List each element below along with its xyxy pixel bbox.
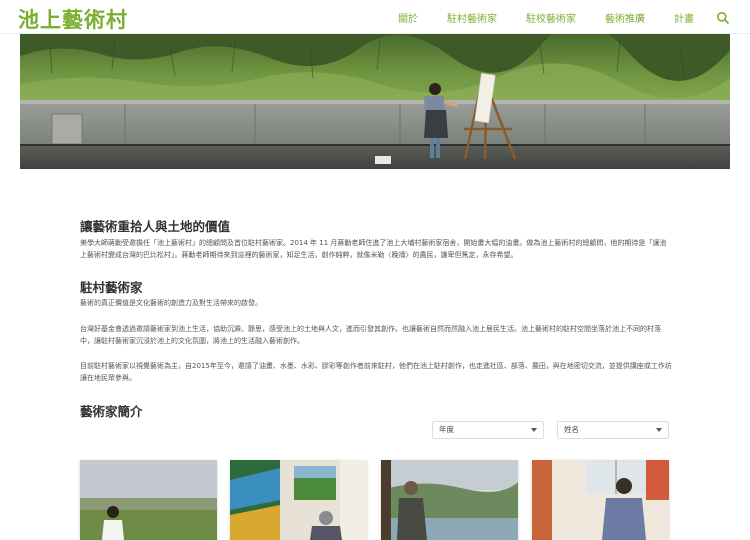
site-header: 池上藝術村 關於 駐村藝術家 駐校藝術家 藝術推廣 計畫 bbox=[0, 0, 750, 34]
chevron-down-icon bbox=[531, 428, 537, 432]
name-select-label: 姓名 bbox=[564, 425, 579, 434]
section-title-values: 讓藝術重拾人與土地的價值 bbox=[80, 219, 231, 234]
residency-paragraph-2: 台灣好基金會透過邀請藝術家到池上生活，協助沉澱、靜思，感受池上的土地與人文，進而… bbox=[80, 325, 661, 345]
year-select[interactable]: 年度 bbox=[432, 421, 544, 439]
site-logo[interactable]: 池上藝術村 bbox=[18, 4, 128, 34]
nav-item-about[interactable]: 關於 bbox=[398, 10, 418, 25]
chevron-down-icon bbox=[656, 428, 662, 432]
nav-item-school-artists[interactable]: 駐校藝術家 bbox=[526, 10, 576, 25]
artist-card[interactable] bbox=[532, 460, 669, 540]
main-nav: 關於 駐村藝術家 駐校藝術家 藝術推廣 計畫 bbox=[398, 0, 730, 34]
year-select-label: 年度 bbox=[439, 425, 454, 434]
nav-item-projects[interactable]: 計畫 bbox=[674, 10, 694, 25]
residency-paragraph-1: 藝術的真正價值是文化藝術的創造力及對生活帶來的啟發。 bbox=[80, 299, 262, 307]
values-paragraph: 美學大師蔣勳受邀擔任「池上藝術村」的總顧問及首位駐村藝術家。2014 年 11 … bbox=[80, 239, 667, 259]
artist-card[interactable] bbox=[381, 460, 518, 540]
section-title-intro: 藝術家簡介 bbox=[80, 404, 143, 419]
hero-image: . bbox=[20, 34, 730, 169]
artist-card[interactable] bbox=[80, 460, 217, 540]
name-select[interactable]: 姓名 bbox=[557, 421, 669, 439]
artist-card[interactable] bbox=[230, 460, 367, 540]
svg-text:.: . bbox=[694, 160, 695, 165]
nav-item-resident-artists[interactable]: 駐村藝術家 bbox=[447, 10, 497, 25]
nav-item-art-promotion[interactable]: 藝術推廣 bbox=[605, 10, 645, 25]
residency-paragraph-3: 目前駐村藝術家以視覺藝術為主，自2015年至今，邀請了油畫、水墨、水彩、膠彩等創… bbox=[80, 362, 672, 382]
search-icon[interactable] bbox=[716, 10, 730, 25]
section-title-residency: 駐村藝術家 bbox=[80, 280, 143, 295]
